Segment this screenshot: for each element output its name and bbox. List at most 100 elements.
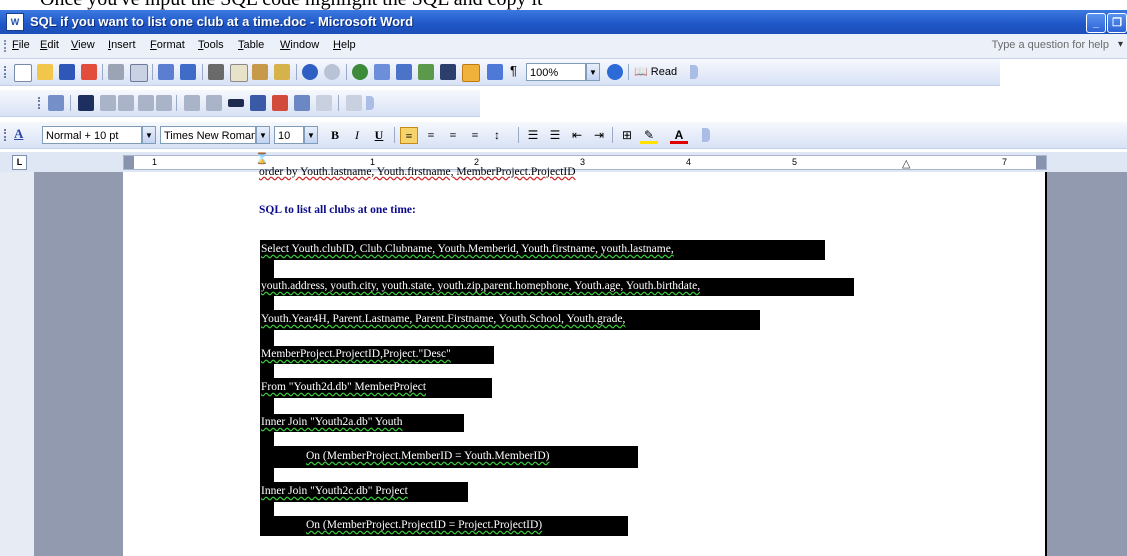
tab-selector-icon[interactable]: L (12, 155, 27, 170)
insert-table-icon[interactable] (396, 64, 412, 80)
font-select[interactable]: Times New Roman (160, 126, 256, 144)
open-folder-icon[interactable] (37, 64, 53, 80)
less-brightness-icon[interactable] (156, 95, 172, 111)
menu-format[interactable]: Format (150, 39, 185, 51)
toolbar-grip[interactable] (4, 66, 8, 78)
insert-picture-icon[interactable] (48, 95, 64, 111)
menu-view[interactable]: View (71, 39, 95, 51)
permission-icon[interactable] (81, 64, 97, 80)
restore-button[interactable]: ❐ (1107, 13, 1127, 33)
columns-icon[interactable] (440, 64, 456, 80)
left-margin-area (124, 156, 134, 169)
center-icon[interactable]: ≡ (422, 127, 440, 144)
decrease-indent-icon[interactable]: ⇤ (568, 127, 586, 144)
formatting-toolbar: A Normal + 10 pt ▼ Times New Roman ▼ 10 … (0, 122, 1127, 149)
spelling-icon[interactable] (158, 64, 174, 80)
compress-icon[interactable] (250, 95, 266, 111)
justify-icon[interactable]: ≡ (466, 127, 484, 144)
color-icon[interactable] (78, 95, 94, 111)
numbering-icon[interactable]: ☰ (524, 127, 542, 144)
menu-insert[interactable]: Insert (108, 39, 136, 51)
align-right-icon[interactable]: ≡ (444, 127, 462, 144)
more-contrast-icon[interactable] (100, 95, 116, 111)
print-preview-icon[interactable] (130, 64, 148, 82)
reset-picture-icon[interactable] (346, 95, 362, 111)
more-brightness-icon[interactable] (138, 95, 154, 111)
less-contrast-icon[interactable] (118, 95, 134, 111)
bullets-icon[interactable]: ☰ (546, 127, 564, 144)
menu-window[interactable]: Window (280, 39, 319, 51)
format-painter-icon[interactable] (274, 64, 290, 80)
menu-table[interactable]: Table (238, 39, 264, 51)
menu-edit[interactable]: Edit (40, 39, 59, 51)
font-color-icon[interactable]: A (670, 127, 688, 144)
document-map-icon[interactable] (487, 64, 503, 80)
set-transparent-icon[interactable] (316, 95, 332, 111)
drawing-icon[interactable] (462, 64, 480, 82)
sql-line: On (MemberProject.MemberID = Youth.Membe… (306, 450, 550, 462)
first-line-indent-marker[interactable]: ⌛ (255, 154, 269, 165)
copy-icon[interactable] (230, 64, 248, 82)
new-document-icon[interactable] (14, 64, 32, 82)
underline-button[interactable]: U (370, 127, 388, 144)
styles-formatting-icon[interactable]: A (14, 126, 23, 142)
insert-excel-icon[interactable] (418, 64, 434, 80)
section-heading: SQL to list all clubs at one time: (259, 204, 416, 216)
highlight-icon[interactable]: ✎ (640, 127, 658, 144)
help-icon[interactable] (607, 64, 623, 80)
italic-button[interactable]: I (348, 127, 366, 144)
help-search-input[interactable]: Type a question for help (992, 39, 1109, 51)
cut-icon[interactable] (208, 64, 224, 80)
font-size-select[interactable]: 10 (274, 126, 304, 144)
selection-block (260, 468, 274, 482)
increase-indent-icon[interactable]: ⇥ (590, 127, 608, 144)
show-hide-icon[interactable]: ¶ (510, 63, 517, 78)
font-size-dropdown-icon[interactable]: ▼ (304, 126, 318, 144)
zoom-select[interactable]: 100% (526, 63, 586, 81)
line-spacing-icon[interactable]: ↕ (488, 127, 506, 144)
style-select[interactable]: Normal + 10 pt (42, 126, 142, 144)
save-icon[interactable] (59, 64, 75, 80)
help-dropdown-icon[interactable]: ▾ (1118, 39, 1123, 50)
selection-block (260, 502, 274, 516)
separator (346, 64, 347, 80)
crop-icon[interactable] (184, 95, 200, 111)
format-picture-icon[interactable] (294, 95, 310, 111)
align-left-icon[interactable]: ≡ (400, 127, 418, 144)
bold-button[interactable]: B (326, 127, 344, 144)
tables-borders-icon[interactable] (374, 64, 390, 80)
title-bar[interactable]: W SQL if you want to list one club at a … (0, 10, 1127, 34)
separator (202, 64, 203, 80)
rotate-icon[interactable] (206, 95, 222, 111)
toolbar-grip[interactable] (38, 97, 42, 109)
research-icon[interactable] (180, 64, 196, 80)
ruler-number: 3 (580, 157, 586, 167)
menu-tools[interactable]: Tools (198, 39, 224, 51)
line-style-icon[interactable] (228, 99, 244, 107)
clipped-text: Once you've input the SQL code highlight… (40, 0, 543, 10)
borders-icon[interactable]: ⊞ (618, 127, 636, 144)
redo-icon[interactable] (324, 64, 340, 80)
word-app-icon[interactable]: W (6, 13, 24, 31)
print-icon[interactable] (108, 64, 124, 80)
minimize-button[interactable]: _ (1086, 13, 1106, 33)
paste-icon[interactable] (252, 64, 268, 80)
text-wrapping-icon[interactable] (272, 95, 288, 111)
undo-icon[interactable] (302, 64, 318, 80)
toolbar-options-icon[interactable] (366, 96, 374, 110)
toolbar-grip[interactable] (4, 129, 8, 141)
toolbar-options-icon[interactable] (702, 128, 710, 142)
zoom-dropdown-icon[interactable]: ▼ (586, 63, 600, 81)
style-dropdown-icon[interactable]: ▼ (142, 126, 156, 144)
read-button[interactable]: 📖 Read (634, 65, 677, 78)
vertical-ruler (0, 172, 34, 556)
menu-grip[interactable] (4, 40, 8, 52)
document-page[interactable]: order by Youth.lastname, Youth.firstname… (123, 166, 1047, 556)
menu-help[interactable]: Help (333, 39, 356, 51)
sql-line: youth.address, youth.city, youth.state, … (261, 280, 701, 292)
font-dropdown-icon[interactable]: ▼ (256, 126, 270, 144)
menu-file[interactable]: File (12, 39, 30, 51)
right-indent-marker[interactable]: △ (902, 159, 910, 170)
hyperlink-icon[interactable] (352, 64, 368, 80)
toolbar-options-icon[interactable] (690, 65, 698, 79)
